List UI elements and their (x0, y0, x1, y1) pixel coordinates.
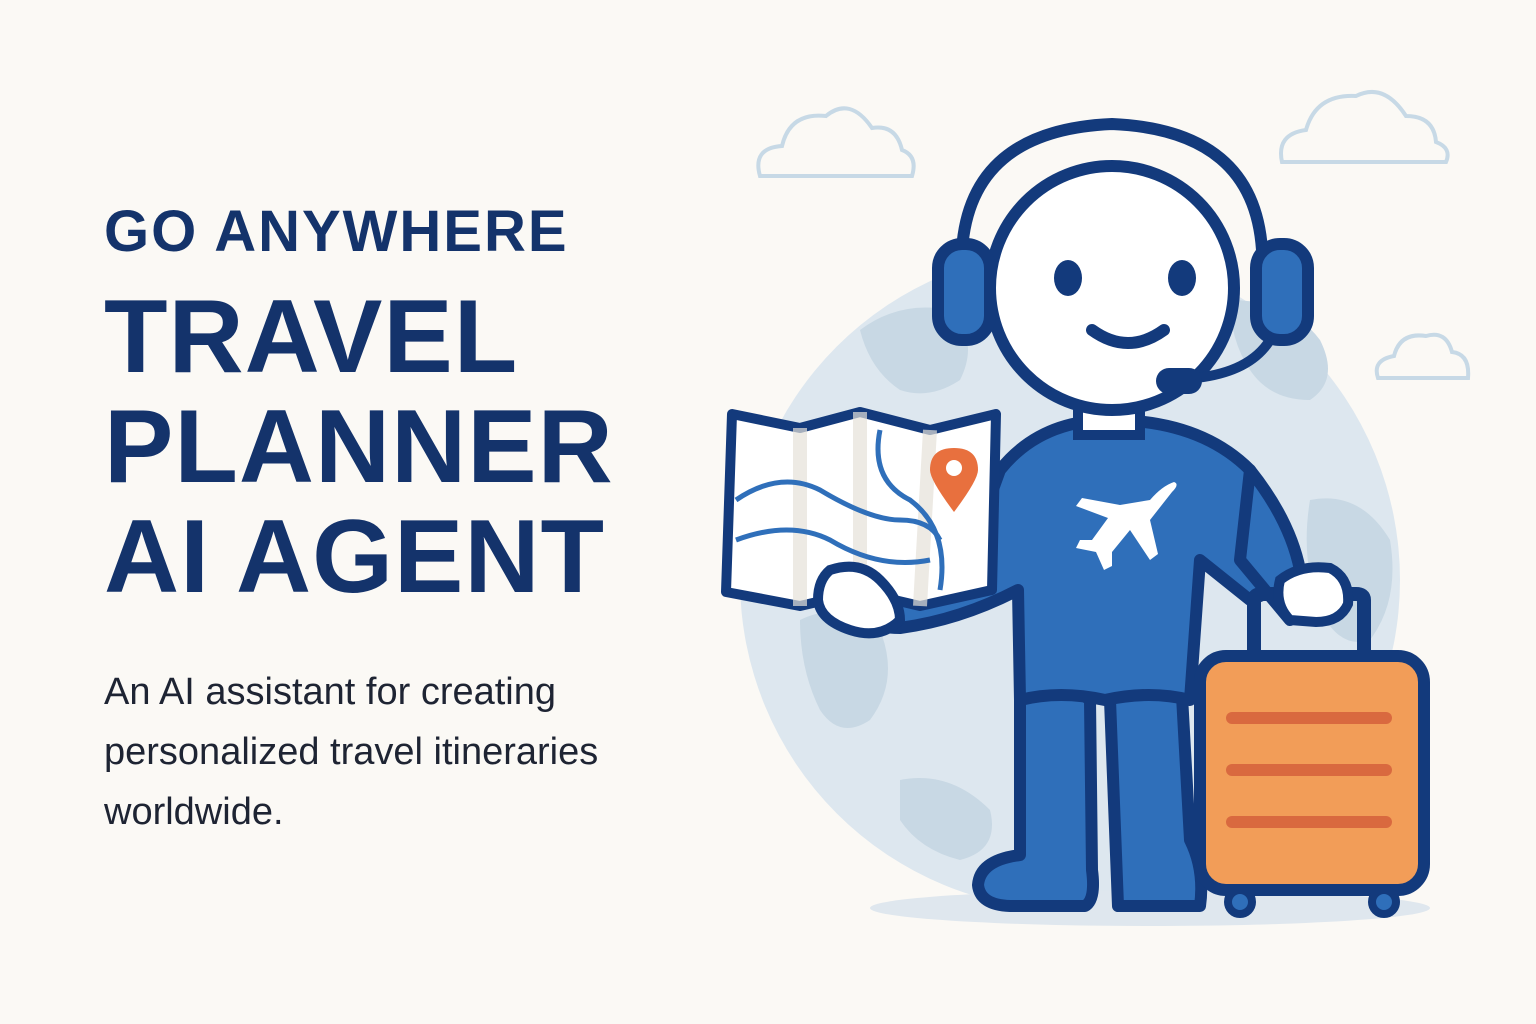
cloud-icon (1279, 90, 1450, 164)
cloud-icon (756, 106, 916, 178)
character-right-hand (1273, 562, 1354, 628)
cloud-icon (1374, 332, 1471, 380)
travel-agent-illustration (721, 90, 1471, 926)
hero-banner: GO ANYWHERE TRAVEL PLANNER AI AGENT An A… (0, 0, 1536, 1024)
